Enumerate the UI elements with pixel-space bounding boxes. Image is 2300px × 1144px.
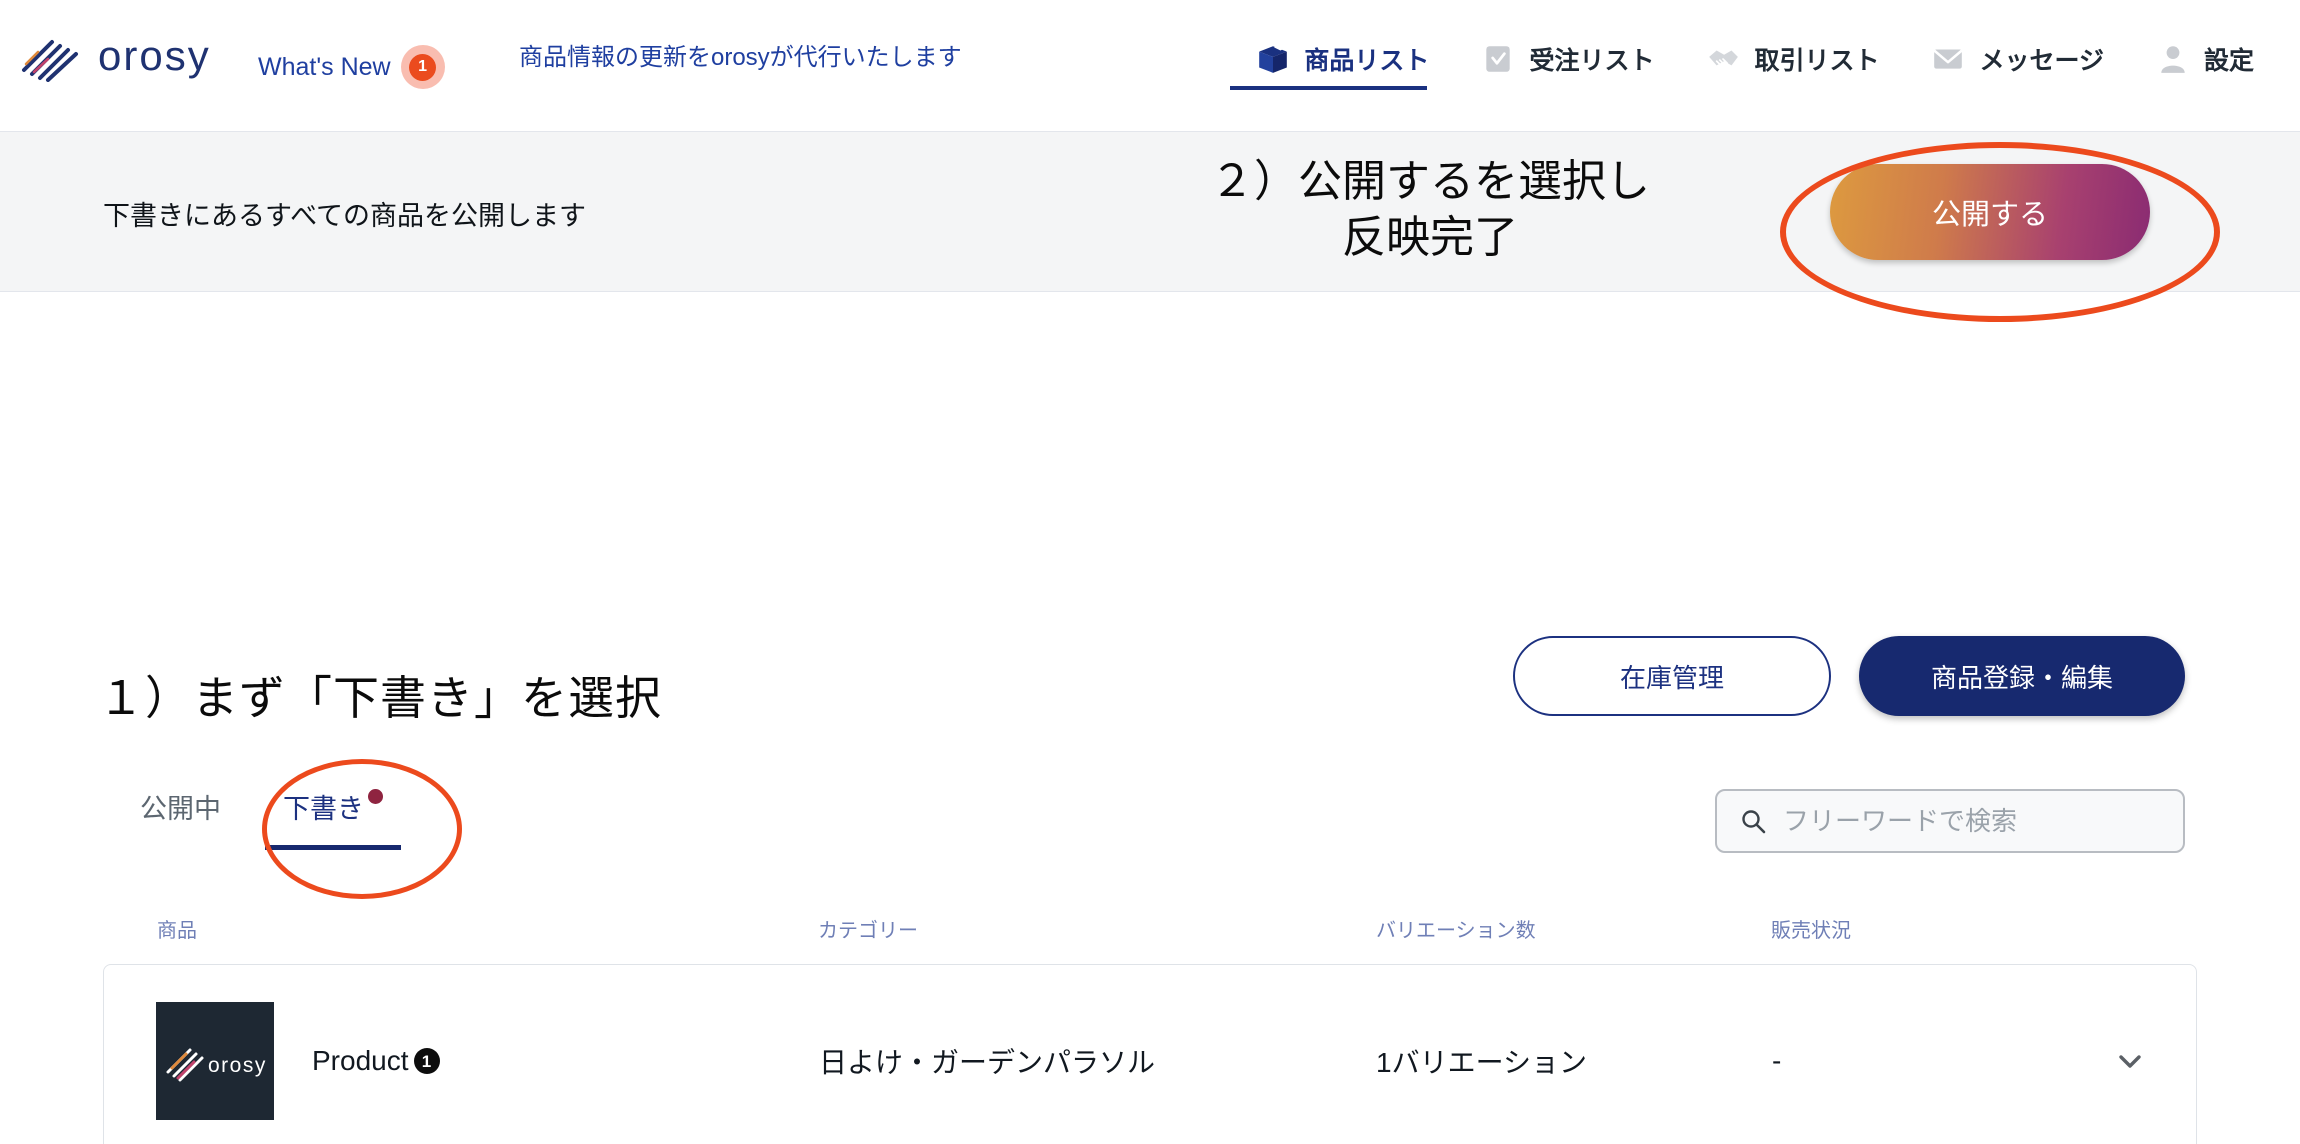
nav-item-product-list[interactable]: 商品リスト xyxy=(1230,28,1455,90)
product-variations: 1バリエーション xyxy=(1376,1047,1588,1078)
whats-new-badge-halo: 1 xyxy=(400,45,445,89)
nav-label: 取引リスト xyxy=(1754,47,1880,75)
orosy-thumbnail-logo-icon: orosy xyxy=(156,1002,274,1120)
column-header-product: 商品 xyxy=(157,920,197,942)
nav-label: メッセージ xyxy=(1979,47,2104,75)
search-input[interactable] xyxy=(1783,805,2161,837)
column-header-category: カテゴリー xyxy=(818,920,918,942)
publish-banner: 下書きにあるすべての商品を公開します ２）公開するを選択し 反映完了 公開する xyxy=(0,132,2300,322)
annotation-step-2: ２）公開するを選択し 反映完了 xyxy=(1210,157,1650,263)
nav-item-transaction-list[interactable]: 取引リスト xyxy=(1680,28,1905,90)
product-register-edit-button[interactable]: 商品登録・編集 xyxy=(1859,636,2185,716)
product-name-cell: Product 1 xyxy=(312,1045,440,1077)
product-status: - xyxy=(1772,1045,1782,1076)
box-icon xyxy=(1259,45,1288,73)
search-icon xyxy=(1742,810,1766,834)
tab-label: 公開中 xyxy=(140,794,221,824)
envelope-icon xyxy=(1933,49,1964,69)
chevron-down-icon[interactable] xyxy=(2112,1043,2148,1079)
handshake-icon xyxy=(1709,50,1739,67)
inventory-management-button[interactable]: 在庫管理 xyxy=(1513,636,1831,716)
whats-new-badge-count: 1 xyxy=(409,53,437,81)
brand-wordmark: orosy xyxy=(98,32,211,79)
publish-button[interactable]: 公開する xyxy=(1830,164,2150,260)
product-index-badge: 1 xyxy=(413,1048,440,1074)
whats-new-link[interactable]: What's New 1 xyxy=(258,45,445,89)
nav-label: 設定 xyxy=(2203,47,2254,75)
nav-active-underline xyxy=(1230,86,1428,90)
person-icon xyxy=(2161,46,2185,73)
orosy-logo-icon xyxy=(22,40,78,82)
tab-draft-dot-badge xyxy=(368,789,383,804)
app-header: orosy What's New 1 商品情報の更新をorosyが代行いたします… xyxy=(0,0,2300,132)
tab-label: 下書き xyxy=(283,794,364,824)
main-navigation: 商品リスト 受注リスト 取引リスト メッセージ 設定 xyxy=(1230,28,2280,90)
brand-logo[interactable]: orosy xyxy=(18,30,211,82)
status-tabs: 公開中 下書き xyxy=(140,787,401,850)
nav-item-settings[interactable]: 設定 xyxy=(2130,28,2280,90)
checkbox-icon xyxy=(1486,46,1511,72)
tab-published[interactable]: 公開中 xyxy=(140,787,221,850)
tab-draft[interactable]: 下書き xyxy=(265,787,401,850)
product-name: Product xyxy=(312,1045,409,1076)
nav-label: 受注リスト xyxy=(1529,47,1655,75)
product-category: 日よけ・ガーデンパラソル xyxy=(819,1047,1156,1078)
tab-active-underline xyxy=(265,845,401,850)
search-box[interactable] xyxy=(1715,789,2185,853)
table-row[interactable]: orosy Product 1 日よけ・ガーデンパラソル 1バリエーション - xyxy=(103,964,2197,1144)
banner-message: 下書きにあるすべての商品を公開します xyxy=(103,201,587,231)
column-header-variations: バリエーション数 xyxy=(1376,920,1536,942)
table-column-headers: 商品 カテゴリー バリエーション数 販売状況 xyxy=(0,914,2300,948)
product-list: orosy Product 1 日よけ・ガーデンパラソル 1バリエーション - xyxy=(0,964,2300,1144)
svg-text:orosy: orosy xyxy=(208,1054,267,1077)
column-header-status: 販売状況 xyxy=(1771,920,1851,942)
nav-label: 商品リスト xyxy=(1304,47,1430,75)
nav-item-messages[interactable]: メッセージ xyxy=(1905,28,2130,90)
annotation-step-1: １）まず「下書き」を選択 xyxy=(98,672,662,724)
header-notice: 商品情報の更新をorosyが代行いたします xyxy=(519,44,962,71)
nav-item-order-list[interactable]: 受注リスト xyxy=(1455,28,1680,90)
action-button-group: 在庫管理 商品登録・編集 xyxy=(1513,636,2185,716)
whats-new-label: What's New xyxy=(258,52,391,81)
product-thumbnail: orosy xyxy=(156,1002,274,1120)
